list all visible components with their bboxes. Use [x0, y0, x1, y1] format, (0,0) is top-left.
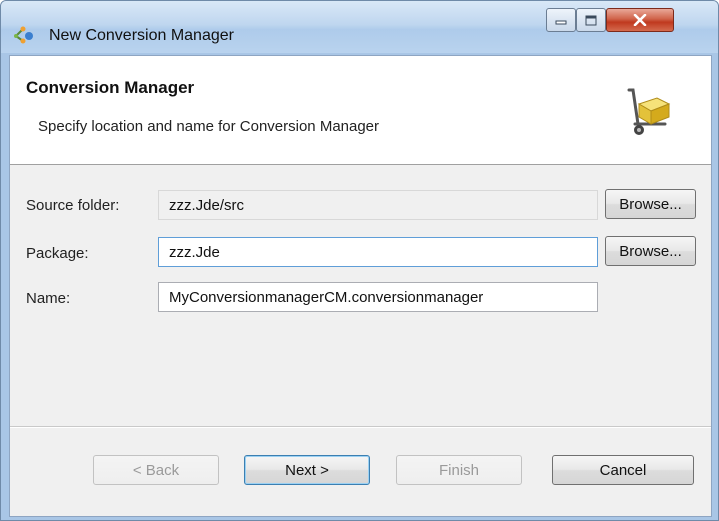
close-icon — [633, 14, 647, 26]
close-button[interactable] — [606, 8, 674, 32]
banner-title: Conversion Manager — [26, 78, 195, 97]
hand-truck-box-icon — [627, 88, 671, 135]
title-bar[interactable]: New Conversion Manager — [1, 1, 718, 53]
source-folder-field[interactable] — [158, 190, 598, 220]
minimize-icon — [555, 20, 567, 25]
package-browse-button[interactable]: Browse... — [605, 236, 696, 266]
maximize-button[interactable] — [576, 8, 606, 32]
package-field[interactable] — [158, 237, 598, 267]
banner-description: Specify location and name for Conversion… — [38, 118, 380, 135]
maximize-icon — [585, 15, 597, 25]
wizard-banner: Conversion Manager Specify location and … — [10, 56, 711, 165]
source-folder-browse-button[interactable]: Browse... — [605, 189, 696, 219]
dialog-window: New Conversion Manager Conversion Manage… — [0, 0, 719, 521]
button-bar-separator — [10, 426, 711, 428]
eclipse-wizard-icon — [14, 26, 33, 44]
name-field[interactable] — [158, 282, 598, 312]
back-button[interactable]: < Back — [93, 455, 219, 485]
finish-button[interactable]: Finish — [396, 455, 522, 485]
name-label: Name: — [26, 290, 71, 307]
window-title: New Conversion Manager — [49, 27, 234, 44]
next-button[interactable]: Next > — [244, 455, 370, 485]
dialog-body: Conversion Manager Specify location and … — [9, 55, 712, 517]
package-label: Package: — [26, 245, 89, 262]
cancel-button[interactable]: Cancel — [552, 455, 694, 485]
minimize-button[interactable] — [546, 8, 576, 32]
source-folder-label: Source folder: — [26, 197, 120, 214]
